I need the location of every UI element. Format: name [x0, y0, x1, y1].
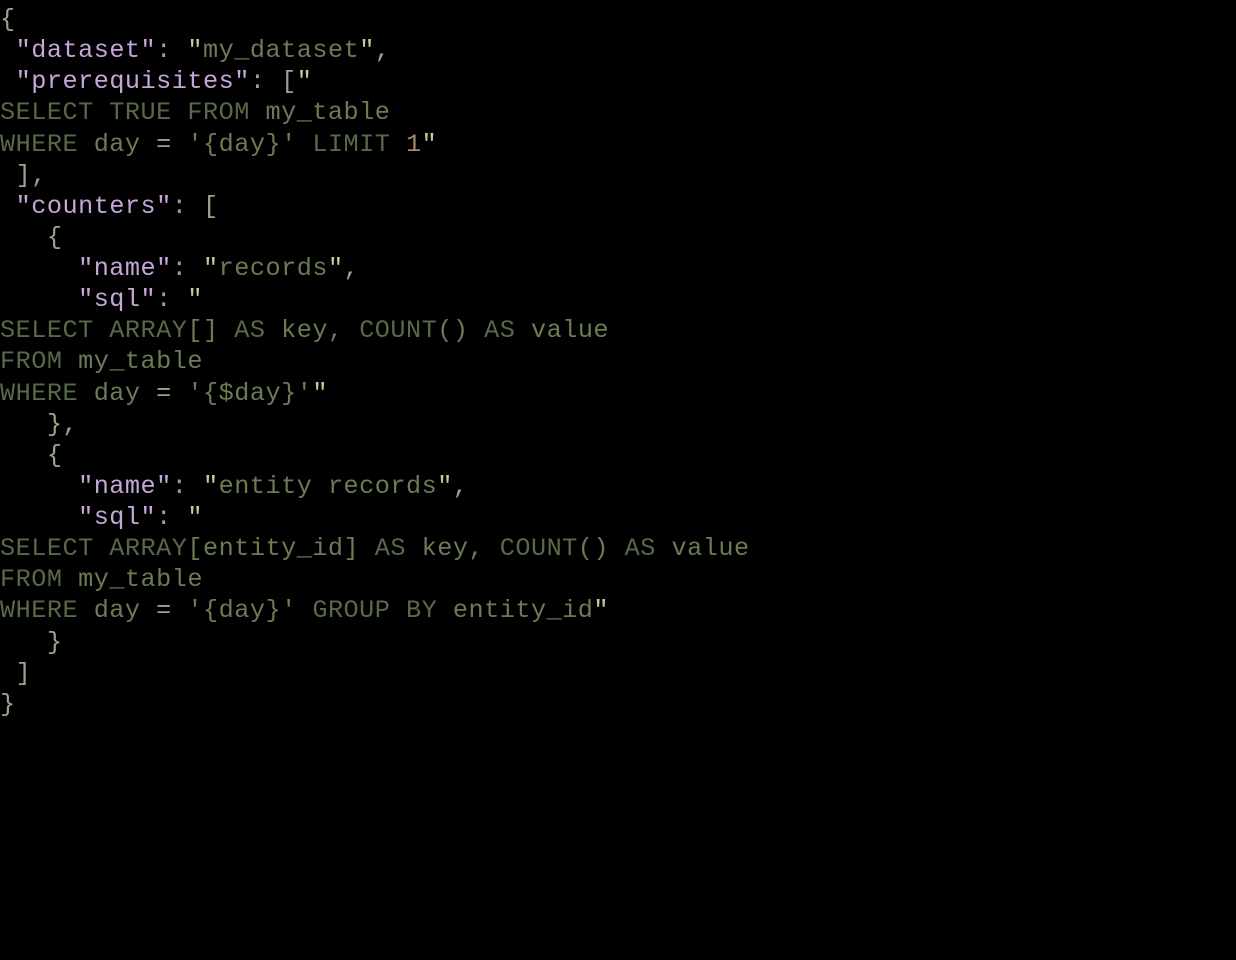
sql-text: value: [656, 534, 750, 563]
key-name: "name": [78, 254, 172, 283]
comma: ,: [375, 36, 391, 65]
bracket-close: ]: [0, 659, 31, 688]
quote: ": [297, 67, 313, 96]
brace-open: {: [0, 441, 62, 470]
value-dataset: my_dataset: [203, 36, 359, 65]
sql-text: value: [515, 316, 609, 345]
sql-keyword: SELECT ARRAY: [0, 316, 187, 345]
sql-keyword: AS: [375, 534, 406, 563]
bracket-open: [: [281, 67, 297, 96]
sql-text: day: [78, 596, 156, 625]
equals: =: [156, 596, 172, 625]
sql-text: (): [578, 534, 625, 563]
equals: =: [156, 130, 172, 159]
space: [390, 130, 406, 159]
quote: ": [328, 254, 344, 283]
sql-text: '{$day}': [172, 379, 313, 408]
quote: ": [187, 503, 203, 532]
key-prerequisites: "prerequisites": [16, 67, 250, 96]
sql-text: '{day}': [172, 596, 313, 625]
sql-text: key,: [406, 534, 500, 563]
key-counters: "counters": [16, 192, 172, 221]
colon: :: [156, 503, 187, 532]
brace-close: }: [0, 690, 16, 719]
sql-keyword: SELECT ARRAY: [0, 534, 187, 563]
json-config-code-block: { "dataset": "my_dataset", "prerequisite…: [0, 0, 1236, 720]
colon: :: [172, 472, 203, 501]
value-name: entity records: [219, 472, 438, 501]
sql-text: my_table: [62, 347, 203, 376]
key-sql: "sql": [78, 285, 156, 314]
indent: [0, 285, 78, 314]
indent: [0, 192, 16, 221]
colon: :: [156, 36, 187, 65]
key-dataset: "dataset": [16, 36, 157, 65]
value-name: records: [219, 254, 328, 283]
sql-keyword: AS: [234, 316, 265, 345]
colon: :: [156, 285, 187, 314]
number-literal: 1: [406, 130, 422, 159]
sql-text: []: [187, 316, 234, 345]
indent: [0, 472, 78, 501]
indent: [0, 36, 16, 65]
sql-text: day: [78, 130, 156, 159]
brace-open: {: [0, 223, 62, 252]
comma: ,: [453, 472, 469, 501]
indent: [0, 254, 78, 283]
bracket-open: [: [203, 192, 219, 221]
quote: ": [593, 596, 609, 625]
sql-keyword: COUNT: [500, 534, 578, 563]
sql-text: '{day}': [172, 130, 313, 159]
sql-keyword: AS: [484, 316, 515, 345]
sql-keyword: LIMIT: [312, 130, 390, 159]
quote: ": [187, 285, 203, 314]
bracket-close: ],: [0, 161, 47, 190]
sql-keyword: WHERE: [0, 130, 78, 159]
quote: ": [422, 130, 438, 159]
indent: [0, 503, 78, 532]
colon: :: [172, 254, 203, 283]
sql-keyword: AS: [625, 534, 656, 563]
brace-open: {: [0, 5, 16, 34]
quote: ": [437, 472, 453, 501]
equals: =: [156, 379, 172, 408]
brace-close: },: [0, 410, 78, 439]
key-sql: "sql": [78, 503, 156, 532]
indent: [0, 67, 16, 96]
quote: ": [359, 36, 375, 65]
quote: ": [312, 379, 328, 408]
quote: ": [203, 472, 219, 501]
sql-keyword: COUNT: [359, 316, 437, 345]
sql-keyword: WHERE: [0, 379, 78, 408]
sql-keyword: WHERE: [0, 596, 78, 625]
colon: :: [250, 67, 281, 96]
sql-keyword: GROUP BY: [312, 596, 437, 625]
quote: ": [203, 254, 219, 283]
sql-text: key,: [265, 316, 359, 345]
brace-close: }: [0, 628, 62, 657]
sql-text: day: [78, 379, 156, 408]
sql-text: my_table: [250, 98, 391, 127]
sql-text: entity_id: [437, 596, 593, 625]
sql-text: (): [437, 316, 484, 345]
comma: ,: [344, 254, 360, 283]
sql-text: [entity_id]: [187, 534, 374, 563]
colon: :: [172, 192, 203, 221]
sql-keyword: SELECT TRUE FROM: [0, 98, 250, 127]
sql-text: my_table: [62, 565, 203, 594]
quote: ": [187, 36, 203, 65]
sql-keyword: FROM: [0, 565, 62, 594]
key-name: "name": [78, 472, 172, 501]
sql-keyword: FROM: [0, 347, 62, 376]
